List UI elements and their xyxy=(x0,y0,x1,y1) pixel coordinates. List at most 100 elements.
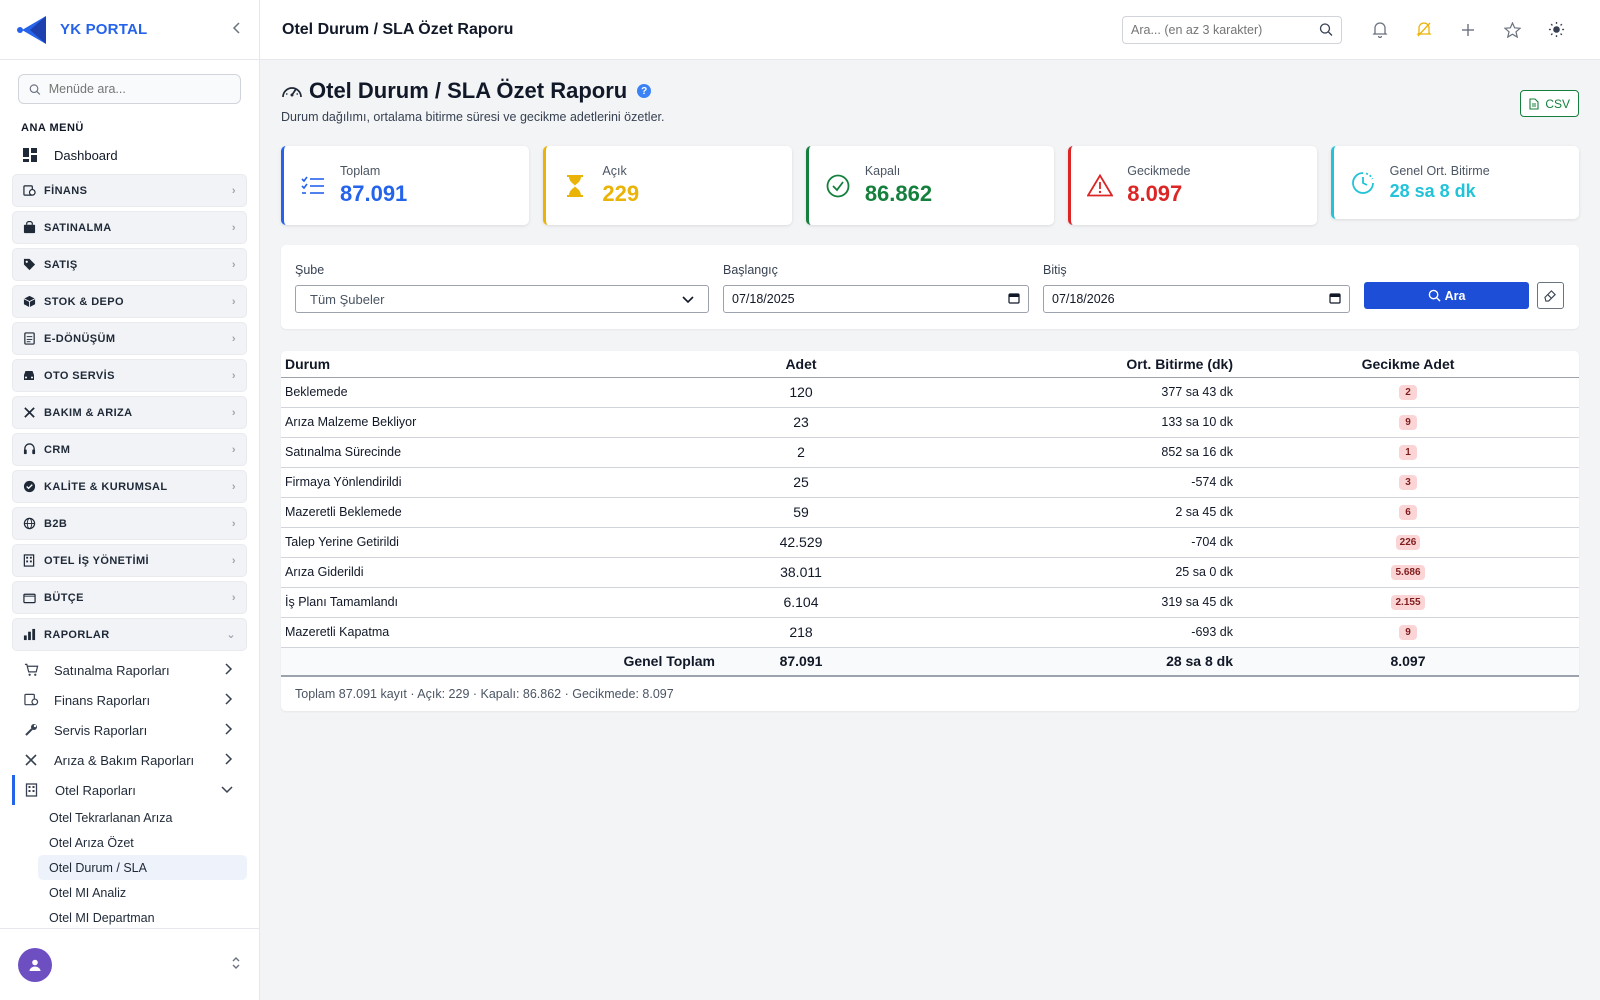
speedometer-icon xyxy=(282,87,302,98)
start-date-label: Başlangıç xyxy=(723,263,778,277)
table-summary: Toplam 87.091 kayıt · Açık: 229 · Kapalı… xyxy=(295,687,674,701)
calendar-icon[interactable] xyxy=(1008,292,1020,307)
sidebar-group-finans[interactable]: FİNANS › xyxy=(12,174,247,207)
sidebar-group-raporlar[interactable]: RAPORLAR ⌄ xyxy=(12,618,247,651)
avatar[interactable] xyxy=(18,947,52,982)
sidebar-item-servis-raporlari[interactable]: Servis Raporları xyxy=(12,715,247,745)
cell-count: 218 xyxy=(721,617,881,648)
card-total: Toplam 87.091 xyxy=(281,146,530,225)
global-search[interactable] xyxy=(1122,15,1342,44)
start-date-input[interactable]: 07/18/2025 xyxy=(723,285,1029,313)
summary-cards: Toplam 87.091 Açık 229 Kapalı 86.862 Gec… xyxy=(281,146,1580,225)
cell-late: 2.155 xyxy=(1237,587,1579,618)
headset-icon xyxy=(22,443,36,457)
branch-filter: Şube Tüm Şubeler xyxy=(295,263,709,313)
chevron-right-icon: › xyxy=(231,369,236,382)
card-label: Gecikmede xyxy=(1127,164,1191,178)
sidebar-group-satinalma[interactable]: SATINALMA › xyxy=(12,211,247,244)
sidebar-item-otel-durum-sla[interactable]: Otel Durum / SLA xyxy=(38,855,247,880)
star-icon[interactable] xyxy=(1490,21,1534,38)
table-row: Mazeretli Kapatma 218 -693 dk 9 xyxy=(281,617,1579,648)
column-header-count[interactable]: Adet xyxy=(721,351,881,378)
search-icon xyxy=(1428,289,1441,302)
sidebar-item-dashboard[interactable]: Dashboard xyxy=(0,140,259,170)
sidebar-group-oto-servis[interactable]: OTO SERVİS › xyxy=(12,359,247,392)
sidebar-group-label: STOK & DEPO xyxy=(44,295,124,308)
cell-count: 25 xyxy=(721,467,881,498)
sidebar-item-otel-mi-departman[interactable]: Otel MI Departman xyxy=(38,905,247,930)
sidebar-group-label: SATINALMA xyxy=(44,221,112,234)
calendar-icon[interactable] xyxy=(1329,292,1341,307)
column-header-avg[interactable]: Ort. Bitirme (dk) xyxy=(881,351,1237,378)
card-label: Kapalı xyxy=(864,164,901,178)
chevron-down-icon xyxy=(221,783,233,797)
cell-status: Arıza Giderildi xyxy=(281,557,721,588)
check-circle-icon xyxy=(825,174,851,198)
branch-select[interactable]: Tüm Şubeler xyxy=(295,285,709,313)
search-button[interactable]: Ara xyxy=(1364,282,1529,309)
cell-status: İş Planı Tamamlandı xyxy=(281,587,721,618)
sidebar-group-label: E-DÖNÜŞÜM xyxy=(44,332,116,345)
sidebar-group-kalite[interactable]: KALİTE & KURUMSAL › xyxy=(12,470,247,503)
collapse-sidebar-icon[interactable] xyxy=(231,21,243,39)
chevron-right-icon xyxy=(225,692,233,708)
bell-off-icon[interactable] xyxy=(1402,21,1446,38)
sidebar-item-otel-raporlari[interactable]: Otel Raporları xyxy=(12,775,247,805)
sidebar-group-e-donusum[interactable]: E-DÖNÜŞÜM › xyxy=(12,322,247,355)
table-row: Arıza Giderildi 38.011 25 sa 0 dk 5.686 xyxy=(281,557,1579,588)
sidebar-group-bakim-ariza[interactable]: BAKIM & ARIZA › xyxy=(12,396,247,429)
table-row: Satınalma Sürecinde 2 852 sa 16 dk 1 xyxy=(281,437,1579,468)
sidebar-item-otel-tekrarlanan-ariza[interactable]: Otel Tekrarlanan Arıza xyxy=(38,805,247,830)
chevron-right-icon: › xyxy=(231,480,236,493)
sidebar-item-finans-raporlari[interactable]: Finans Raporları xyxy=(12,685,247,715)
cell-status: Mazeretli Beklemede xyxy=(281,497,721,528)
sidebar-item-otel-ariza-ozet[interactable]: Otel Arıza Özet xyxy=(38,830,247,855)
content: Otel Durum / SLA Özet Raporu ? Durum dağ… xyxy=(260,60,1600,729)
start-date-filter: Başlangıç 07/18/2025 xyxy=(723,263,1029,313)
chevron-right-icon: › xyxy=(231,554,236,567)
card-value: 8.097 xyxy=(1127,181,1183,206)
box-icon xyxy=(22,295,36,309)
sidebar-group-satis[interactable]: SATIŞ › xyxy=(12,248,247,281)
end-date-value: 07/18/2026 xyxy=(1052,292,1115,306)
sidebar-item-ariza-bakim-raporlari[interactable]: Arıza & Bakım Raporları xyxy=(12,745,247,775)
end-date-label: Bitiş xyxy=(1043,263,1067,277)
bell-icon[interactable] xyxy=(1358,21,1402,38)
column-header-status[interactable]: Durum xyxy=(281,351,721,378)
cell-avg: -704 dk xyxy=(881,527,1237,558)
table-header-row: Durum Adet Ort. Bitirme (dk) Gecikme Ade… xyxy=(281,351,1579,378)
sidebar-group-label: BÜTÇE xyxy=(44,591,84,604)
chevron-right-icon: › xyxy=(231,443,236,456)
chevron-right-icon: › xyxy=(231,258,236,271)
total-count: 87.091 xyxy=(721,647,881,677)
table-row: Arıza Malzeme Bekliyor 23 133 sa 10 dk 9 xyxy=(281,407,1579,438)
expand-collapse-icon[interactable] xyxy=(231,956,241,973)
sidebar-group-stok-depo[interactable]: STOK & DEPO › xyxy=(12,285,247,318)
car-icon xyxy=(22,369,36,383)
globe-icon xyxy=(22,517,36,531)
help-icon[interactable]: ? xyxy=(637,84,652,98)
sidebar-item-otel-mi-analiz[interactable]: Otel MI Analiz xyxy=(38,880,247,905)
hourglass-icon xyxy=(562,174,588,197)
sidebar-group-crm[interactable]: CRM › xyxy=(12,433,247,466)
late-badge: 5.686 xyxy=(1391,565,1425,580)
plus-icon[interactable] xyxy=(1446,23,1490,37)
sidebar-item-satinalma-raporlari[interactable]: Satınalma Raporları xyxy=(12,655,247,685)
clear-filters-button[interactable] xyxy=(1537,282,1564,309)
table-row: Beklemede 120 377 sa 43 dk 2 xyxy=(281,377,1579,408)
menu-search-input[interactable] xyxy=(48,82,230,96)
document-icon xyxy=(22,332,36,346)
csv-export-button[interactable]: CSV xyxy=(1520,90,1579,117)
sidebar-group-b2b[interactable]: B2B › xyxy=(12,507,247,540)
cell-status: Firmaya Yönlendirildi xyxy=(281,467,721,498)
sun-icon[interactable] xyxy=(1534,21,1578,38)
cell-count: 38.011 xyxy=(721,557,881,588)
column-header-late[interactable]: Gecikme Adet xyxy=(1237,351,1579,378)
cell-count: 120 xyxy=(721,377,881,408)
sidebar-group-butce[interactable]: BÜTÇE › xyxy=(12,581,247,614)
end-date-input[interactable]: 07/18/2026 xyxy=(1043,285,1350,313)
cell-status: Beklemede xyxy=(281,377,721,408)
sidebar-group-otel-is[interactable]: OTEL İŞ YÖNETİMİ › xyxy=(12,544,247,577)
menu-search[interactable] xyxy=(18,74,241,104)
global-search-input[interactable] xyxy=(1131,22,1320,37)
